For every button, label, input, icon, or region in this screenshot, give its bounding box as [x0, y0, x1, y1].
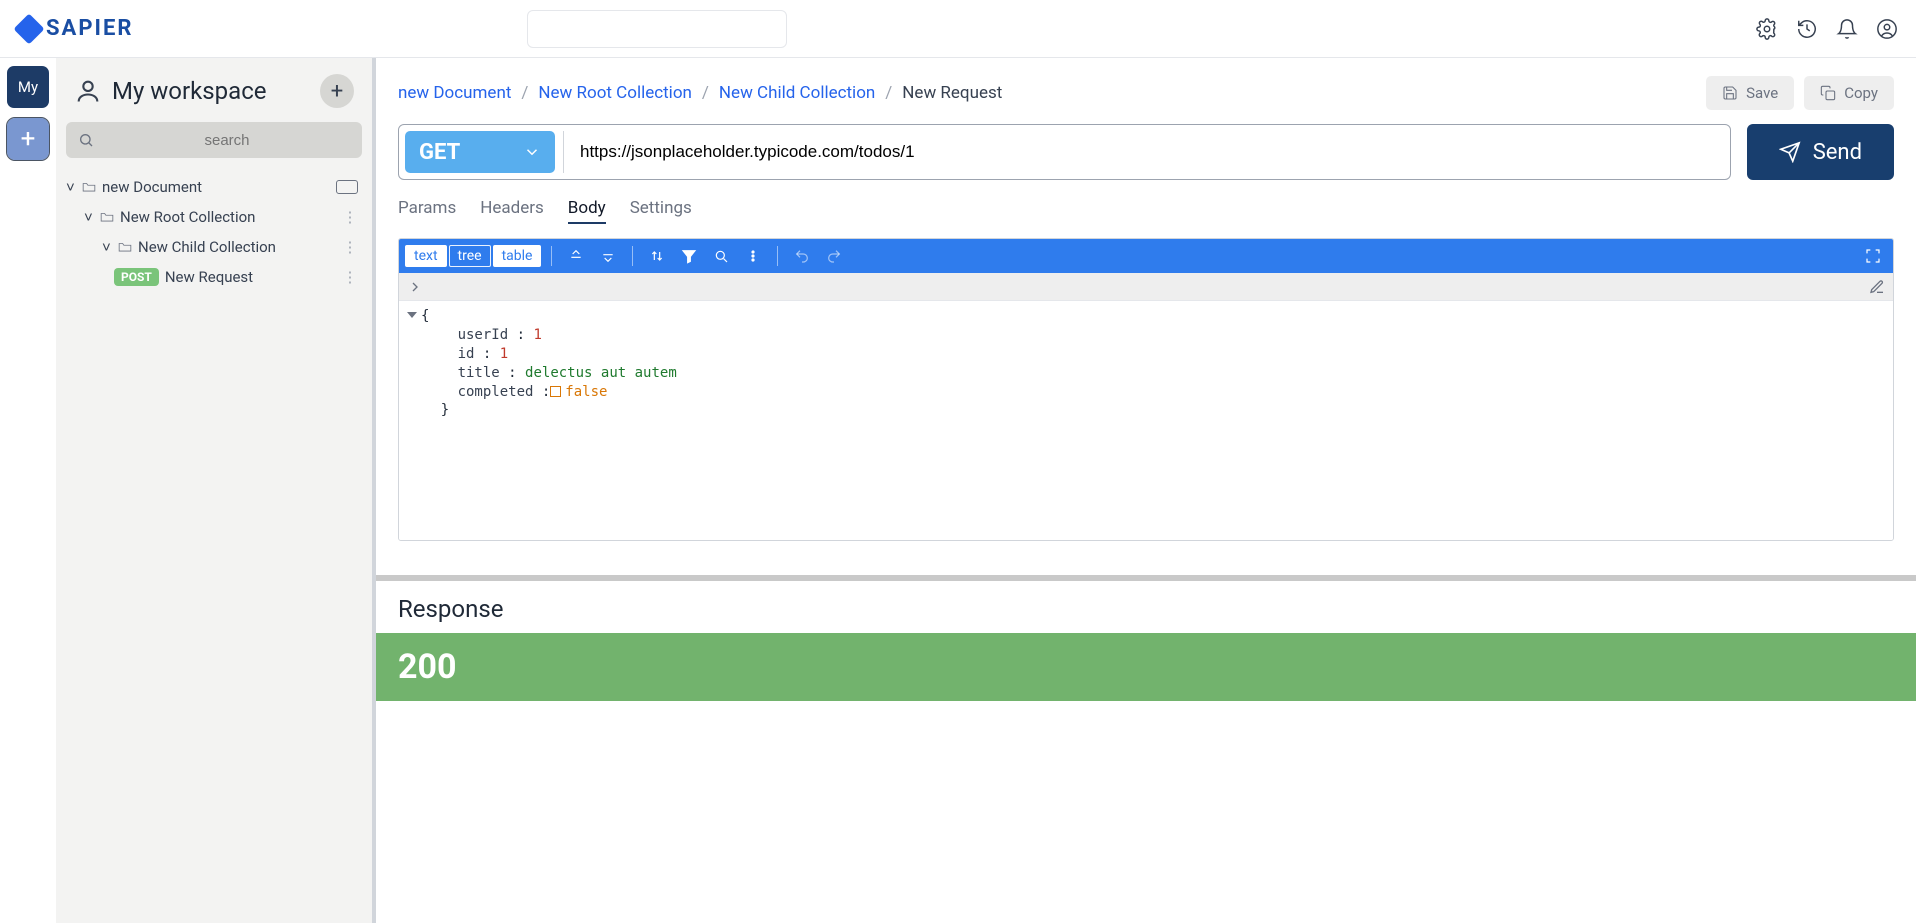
- tree-root-label: New Root Collection: [120, 208, 255, 226]
- bell-icon[interactable]: [1836, 18, 1858, 40]
- sidebar-search-input[interactable]: [104, 132, 350, 149]
- gear-icon[interactable]: [1756, 18, 1778, 40]
- response-title: Response: [376, 581, 1916, 633]
- tree-request-item[interactable]: POST New Request ⋮: [66, 262, 362, 292]
- tab-body[interactable]: Body: [568, 194, 606, 224]
- workspace-pill-my[interactable]: My: [7, 66, 49, 108]
- method-badge: POST: [114, 268, 159, 286]
- url-input[interactable]: [563, 131, 1724, 173]
- filter-icon[interactable]: [675, 243, 703, 269]
- json-tree[interactable]: { userId : 1 id : 1 title : delectus aut…: [399, 301, 1893, 540]
- tree-document[interactable]: ˅ new Document: [66, 172, 362, 202]
- search-icon: [78, 132, 94, 148]
- mode-tab-table[interactable]: table: [493, 245, 542, 267]
- chevron-down-icon: ˅: [84, 208, 94, 226]
- logo-icon: [13, 13, 44, 44]
- history-icon[interactable]: [1796, 18, 1818, 40]
- editor-toolbar: text tree table: [399, 239, 1893, 273]
- user-circle-icon[interactable]: [1876, 18, 1898, 40]
- redo-icon[interactable]: [820, 243, 848, 269]
- fullscreen-icon[interactable]: [1859, 243, 1887, 269]
- response-status: 200: [376, 633, 1916, 701]
- app-name: SAPIER: [46, 16, 133, 41]
- search-icon[interactable]: [707, 243, 735, 269]
- breadcrumb-current: New Request: [902, 83, 1002, 103]
- editor-breadcrumb: [399, 273, 1893, 301]
- chevron-down-icon: [523, 143, 541, 161]
- send-icon: [1779, 141, 1801, 163]
- tab-headers[interactable]: Headers: [480, 194, 544, 224]
- tree-root-collection[interactable]: ˅ New Root Collection ⋮: [66, 202, 362, 232]
- mode-tab-tree[interactable]: tree: [449, 245, 491, 267]
- content: new Document / New Root Collection / New…: [376, 58, 1916, 923]
- tree-child-collection[interactable]: ˅ New Child Collection ⋮: [66, 232, 362, 262]
- topbar: SAPIER: [0, 0, 1916, 58]
- send-label: Send: [1813, 140, 1862, 165]
- copy-icon: [1820, 85, 1836, 101]
- sidebar-search[interactable]: [66, 122, 362, 158]
- keyboard-icon: [336, 180, 358, 194]
- more-icon[interactable]: ⋮: [342, 238, 358, 256]
- sort-icon[interactable]: [643, 243, 671, 269]
- tree-child-label: New Child Collection: [138, 238, 276, 256]
- folder-icon: [100, 211, 114, 223]
- workspace-title: My workspace: [112, 77, 310, 105]
- tree-request-label: New Request: [165, 268, 253, 286]
- more-icon[interactable]: ⋮: [342, 268, 358, 286]
- folder-icon: [118, 241, 132, 253]
- breadcrumb-doc[interactable]: new Document: [398, 83, 511, 103]
- save-icon: [1722, 85, 1738, 101]
- tab-settings[interactable]: Settings: [630, 194, 692, 224]
- chevron-down-icon: ˅: [66, 178, 76, 196]
- copy-label: Copy: [1844, 84, 1878, 102]
- collection-tree: ˅ new Document ˅ New Root Collection ⋮ ˅…: [66, 172, 362, 292]
- folder-icon: [82, 181, 96, 193]
- expand-all-icon[interactable]: [562, 243, 590, 269]
- collapse-all-icon[interactable]: [594, 243, 622, 269]
- save-label: Save: [1746, 84, 1778, 102]
- edit-icon[interactable]: [1869, 279, 1885, 295]
- topbar-icons: [1756, 18, 1898, 40]
- request-box: GET: [398, 124, 1731, 180]
- breadcrumb-child[interactable]: New Child Collection: [719, 83, 875, 103]
- top-search-input[interactable]: [527, 10, 787, 48]
- request-tabs: Params Headers Body Settings: [398, 194, 1894, 224]
- body-editor: text tree table: [398, 238, 1894, 541]
- undo-icon[interactable]: [788, 243, 816, 269]
- chevron-down-icon: ˅: [102, 238, 112, 256]
- breadcrumb-row: new Document / New Root Collection / New…: [398, 76, 1894, 110]
- mode-tab-text[interactable]: text: [405, 245, 447, 267]
- more-icon[interactable]: [739, 243, 767, 269]
- user-icon: [74, 77, 102, 105]
- method-select[interactable]: GET: [405, 131, 555, 173]
- more-icon[interactable]: ⋮: [342, 208, 358, 226]
- tree-document-label: new Document: [102, 178, 202, 196]
- app-logo[interactable]: SAPIER: [18, 16, 133, 41]
- sidebar: My workspace + ˅ new Document ˅ New Root…: [56, 58, 376, 923]
- workspace-rail: My +: [0, 58, 56, 923]
- workspace-add-button[interactable]: +: [7, 118, 49, 160]
- request-row: GET Send: [398, 124, 1894, 180]
- workspace-add-collection-button[interactable]: +: [320, 74, 354, 108]
- copy-button[interactable]: Copy: [1804, 76, 1894, 110]
- workspace-header: My workspace +: [66, 74, 362, 108]
- editor-mode-tabs: text tree table: [405, 245, 541, 267]
- chevron-right-icon: [407, 279, 423, 295]
- breadcrumb-root[interactable]: New Root Collection: [538, 83, 692, 103]
- tab-params[interactable]: Params: [398, 194, 456, 224]
- save-button[interactable]: Save: [1706, 76, 1794, 110]
- send-button[interactable]: Send: [1747, 124, 1894, 180]
- caret-down-icon[interactable]: [407, 312, 417, 318]
- method-label: GET: [419, 140, 460, 165]
